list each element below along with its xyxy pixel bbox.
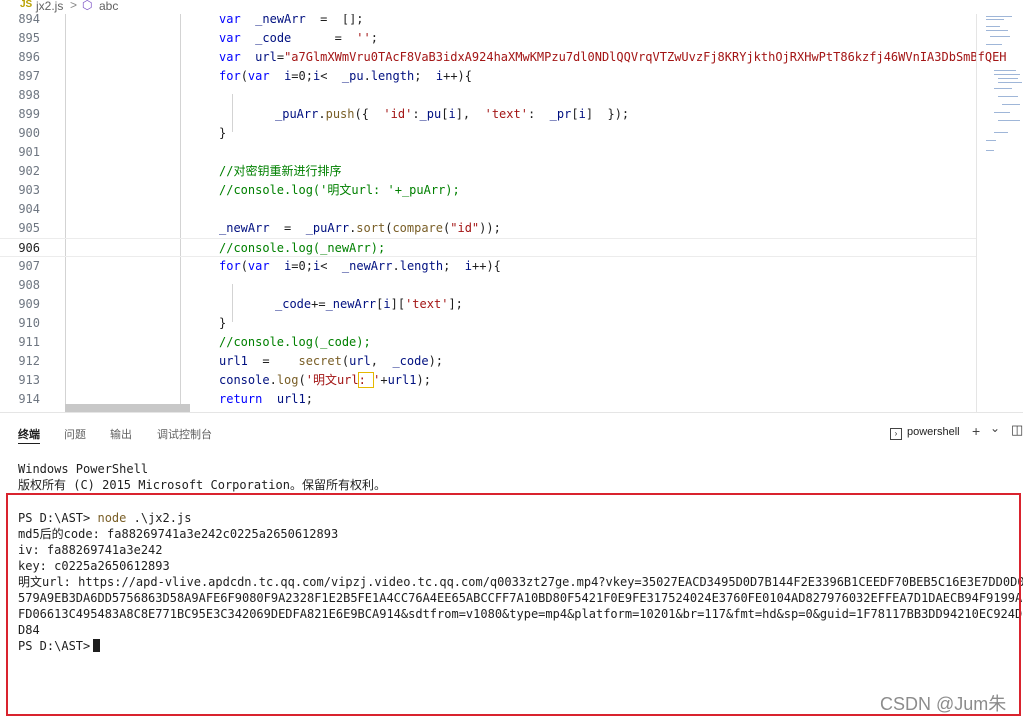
editor-horizontal-scrollbar[interactable] xyxy=(65,404,190,412)
line-number: 912 xyxy=(18,354,40,368)
line-number: 911 xyxy=(18,335,40,349)
code-text: _newArr = _puArr.sort(compare("id")); xyxy=(219,221,501,235)
code-line: 895 var _code = ''; xyxy=(0,29,976,48)
code-line: 908 xyxy=(0,276,976,295)
code-line: 899 _puArr.push({ 'id':_pu[i], 'text': _… xyxy=(0,105,976,124)
breadcrumb-file[interactable]: jx2.js xyxy=(36,0,63,12)
tab-output[interactable]: 输出 xyxy=(110,426,132,442)
javascript-file-icon: JS xyxy=(20,0,33,10)
line-number: 914 xyxy=(18,392,40,406)
line-number: 898 xyxy=(18,88,40,102)
code-text: console.log('明文url: '+url1); xyxy=(219,372,431,388)
code-line: 912 url1 = secret(url, _code); xyxy=(0,352,976,371)
terminal-icon: › xyxy=(890,428,902,440)
code-text: _puArr.push({ 'id':_pu[i], 'text': _pr[i… xyxy=(275,107,630,121)
code-line: 898 xyxy=(0,86,976,105)
watermark: CSDN @Jum朱 xyxy=(880,694,1007,714)
symbol-variable-icon: ⬡ xyxy=(82,0,93,12)
code-line: 900 } xyxy=(0,124,976,143)
line-number: 910 xyxy=(18,316,40,330)
highlight-box xyxy=(6,493,1021,716)
tab-debug-console[interactable]: 调试控制台 xyxy=(157,426,212,442)
code-line: 894 var _newArr = []; xyxy=(0,14,976,29)
line-number: 909 xyxy=(18,297,40,311)
line-number: 899 xyxy=(18,107,40,121)
code-line: 903 //console.log('明文url: '+_puArr); xyxy=(0,181,976,200)
line-number: 901 xyxy=(18,145,40,159)
line-number: 913 xyxy=(18,373,40,387)
code-editor[interactable]: 894 var _newArr = []; 895 var _code = ''… xyxy=(0,14,1023,412)
code-text: var url="a7GlmXWmVru0TAcF8VaB3idxA924haX… xyxy=(219,50,1007,64)
line-number: 896 xyxy=(18,50,40,64)
code-comment: //console.log(_code); xyxy=(219,335,371,349)
code-line-current: 906 //console.log(_newArr); xyxy=(0,238,976,257)
code-text: } xyxy=(219,126,227,140)
line-number: 906 xyxy=(18,241,40,255)
code-text: var _code = ''; xyxy=(219,31,378,45)
editor-vertical-ruler xyxy=(976,14,977,412)
shell-label: powershell xyxy=(907,426,960,438)
terminal-header-line: 版权所有 (C) 2015 Microsoft Corporation。保留所有… xyxy=(18,478,386,492)
code-line: 897 for(var i=0;i< _pu.length; i++){ xyxy=(0,67,976,86)
code-line: 902 //对密钥重新进行排序 xyxy=(0,162,976,181)
code-comment: //对密钥重新进行排序 xyxy=(219,164,342,178)
line-number: 900 xyxy=(18,126,40,140)
line-number: 904 xyxy=(18,202,40,216)
code-line: 904 xyxy=(0,200,976,219)
breadcrumb-symbol[interactable]: abc xyxy=(99,0,118,12)
line-number: 897 xyxy=(18,69,40,83)
code-comment: //console.log(_newArr); xyxy=(219,241,386,255)
code-text: } xyxy=(219,316,227,330)
code-line: 896 var url="a7GlmXWmVru0TAcF8VaB3idxA92… xyxy=(0,48,1006,67)
line-number: 903 xyxy=(18,183,40,197)
line-number: 894 xyxy=(18,14,40,26)
terminal-shell-selector[interactable]: › powershell xyxy=(890,426,960,440)
code-line: 905 _newArr = _puArr.sort(compare("id"))… xyxy=(0,219,976,238)
code-line: 913 console.log('明文url: '+url1); xyxy=(0,371,976,390)
line-number: 907 xyxy=(18,259,40,273)
terminal-header-line: Windows PowerShell xyxy=(18,462,149,476)
code-text: for(var i=0;i< _pu.length; i++){ xyxy=(219,69,473,83)
code-line: 911 //console.log(_code); xyxy=(0,333,976,352)
minimap[interactable] xyxy=(980,14,1023,154)
tab-terminal[interactable]: 终端 xyxy=(18,426,40,444)
code-line: 901 xyxy=(0,143,976,162)
tab-problems[interactable]: 问题 xyxy=(64,426,86,442)
code-text: var _newArr = []; xyxy=(219,14,364,26)
chevron-right-icon: > xyxy=(70,0,78,12)
line-number: 902 xyxy=(18,164,40,178)
code-text: return url1; xyxy=(219,392,313,406)
code-text: _code+=_newArr[i]['text']; xyxy=(275,297,463,311)
panel-tabs: 终端 问题 输出 调试控制台 xyxy=(0,413,1023,451)
code-line: 907 for(var i=0;i< _newArr.length; i++){ xyxy=(0,257,976,276)
split-terminal-button[interactable]: ◫ xyxy=(1011,422,1023,438)
chevron-down-icon[interactable]: ⌄ xyxy=(990,421,1000,435)
line-number: 895 xyxy=(18,31,40,45)
new-terminal-button[interactable]: + xyxy=(972,423,980,439)
code-text: for(var i=0;i< _newArr.length; i++){ xyxy=(219,259,501,273)
code-line: 909 _code+=_newArr[i]['text']; xyxy=(0,295,976,314)
line-number: 905 xyxy=(18,221,40,235)
code-comment: //console.log('明文url: '+_puArr); xyxy=(219,183,460,197)
code-text: url1 = secret(url, _code); xyxy=(219,354,444,368)
code-line: 910 } xyxy=(0,314,976,333)
line-number: 908 xyxy=(18,278,40,292)
breadcrumb: JS jx2.js > ⬡ abc xyxy=(0,0,1023,14)
